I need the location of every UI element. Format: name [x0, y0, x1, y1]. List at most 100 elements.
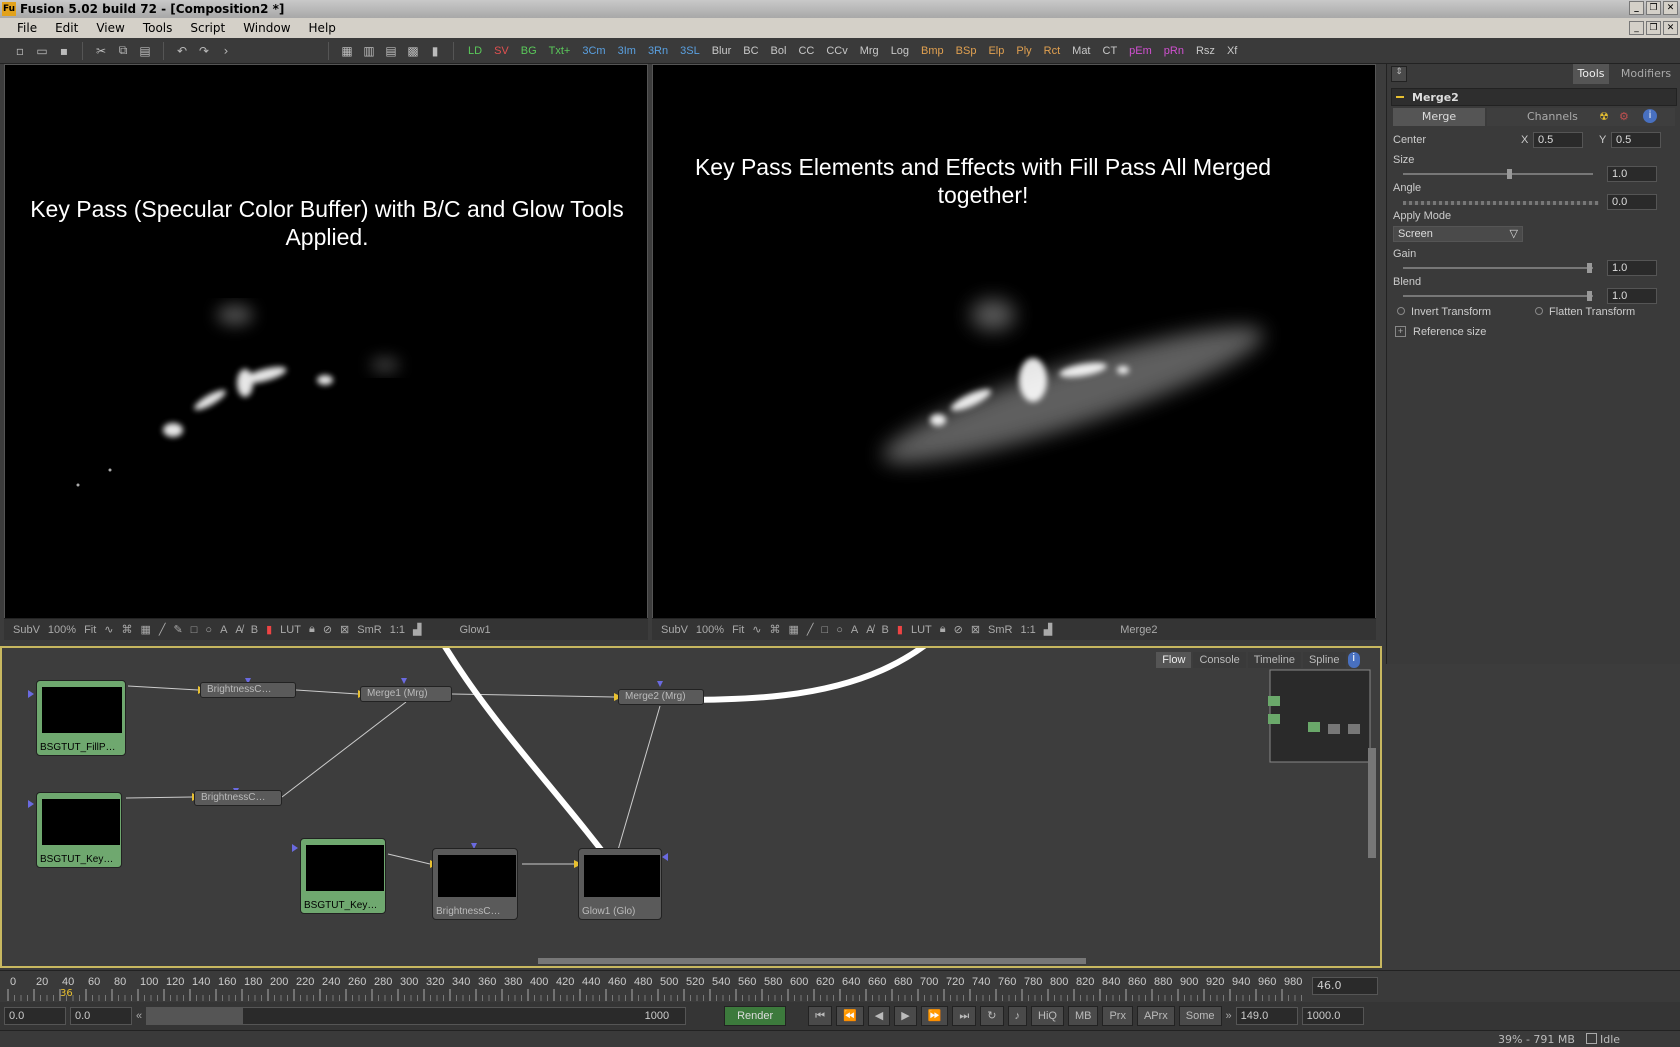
hiq-button[interactable]: HiQ	[1031, 1006, 1064, 1026]
tool-button-bmp[interactable]: Bmp	[915, 45, 950, 57]
some-button[interactable]: Some	[1178, 1006, 1222, 1026]
paste-icon[interactable]: ▤	[135, 42, 155, 60]
node-key-pass-loader-2[interactable]: BSGTUT_Key…	[300, 838, 386, 914]
tool-button-mrg[interactable]: Mrg	[854, 45, 885, 57]
buffer-a-button[interactable]: A	[848, 624, 861, 636]
tool-button-txt[interactable]: Txt+	[543, 45, 577, 57]
node-merge2[interactable]: Merge2 (Mrg)	[618, 689, 704, 705]
global-end-field[interactable]: 1000.0	[1301, 1007, 1364, 1025]
fit-button[interactable]: Fit	[729, 624, 747, 636]
gradient-icon[interactable]: ▦	[138, 623, 154, 636]
layout-quad-icon[interactable]: ▩	[403, 42, 423, 60]
layout-toggle-icon[interactable]: ▮	[425, 42, 445, 60]
buffer-ab-icon[interactable]: A̸	[232, 624, 245, 636]
node-glow[interactable]: Glow1 (Glo)	[578, 848, 662, 920]
tool-button-bsp[interactable]: BSp	[950, 45, 983, 57]
ellipse-icon[interactable]: ○	[202, 624, 215, 636]
tool-button-3sl[interactable]: 3SL	[674, 45, 706, 57]
node-brightness-contrast-3[interactable]: BrightnessC…	[432, 848, 518, 920]
forward-range-icon[interactable]: »	[1226, 1010, 1232, 1022]
arrow-right-icon[interactable]: ›	[216, 42, 236, 60]
apply-mode-dropdown[interactable]: Screen ▽	[1393, 226, 1523, 242]
blend-slider[interactable]	[1403, 291, 1593, 301]
center-x-field[interactable]: 0.5	[1533, 132, 1583, 148]
lut-button[interactable]: LUT	[908, 624, 935, 636]
merge-subtab[interactable]: Merge	[1393, 108, 1485, 126]
polygon-icon[interactable]: ⌘	[119, 623, 136, 636]
tool-button-ply[interactable]: Ply	[1010, 45, 1037, 57]
modifiers-tab[interactable]: Modifiers	[1613, 64, 1679, 84]
zoom-value[interactable]: 100%	[693, 624, 727, 636]
time-range-handle[interactable]	[147, 1008, 244, 1024]
flatten-transform-checkbox[interactable]	[1535, 307, 1543, 315]
node-fill-pass-loader[interactable]: BSGTUT_FillP…	[36, 680, 126, 756]
tool-button-bg[interactable]: BG	[515, 45, 543, 57]
time-ruler[interactable]: 0 20 40 60 80 100 120 140 160 180 200 220 240 260 280 3…	[0, 970, 1680, 1002]
gear-icon[interactable]: ⚙	[1619, 110, 1629, 123]
current-frame-marker[interactable]: 36	[60, 988, 73, 999]
curve-icon[interactable]: ∿	[749, 623, 764, 636]
size-field[interactable]: 1.0	[1607, 166, 1657, 182]
lut-button[interactable]: LUT	[277, 624, 304, 636]
angle-dial[interactable]	[1403, 201, 1599, 205]
tool-button-elp[interactable]: Elp	[982, 45, 1010, 57]
tool-button-3im[interactable]: 3Im	[612, 45, 642, 57]
blend-field[interactable]: 1.0	[1607, 288, 1657, 304]
redo-icon[interactable]: ↷	[194, 42, 214, 60]
flow-scrollbar[interactable]	[1368, 748, 1376, 858]
smr-button[interactable]: SmR	[985, 624, 1015, 636]
node-brightness-contrast-2[interactable]: BrightnessC…	[194, 790, 282, 806]
menu-window[interactable]: Window	[234, 21, 299, 35]
render-start-field[interactable]: 0.0	[70, 1007, 132, 1025]
size-slider-knob[interactable]	[1507, 169, 1512, 179]
gradient-icon[interactable]: ▦	[786, 623, 802, 636]
time-range-slider[interactable]: 1000	[146, 1007, 687, 1025]
menu-help[interactable]: Help	[300, 21, 345, 35]
menu-script[interactable]: Script	[181, 21, 234, 35]
blend-slider-knob[interactable]	[1587, 291, 1592, 301]
render-button[interactable]: Render	[724, 1006, 787, 1026]
tool-button-ccv[interactable]: CCv	[820, 45, 853, 57]
invert-transform-checkbox[interactable]	[1397, 307, 1405, 315]
ratio-button[interactable]: 1:1	[387, 624, 408, 636]
close-button[interactable]: ✕	[1663, 1, 1678, 15]
tool-button-cc[interactable]: CC	[792, 45, 820, 57]
paint-icon[interactable]: ╱	[804, 623, 817, 636]
undo-icon[interactable]: ↶	[172, 42, 192, 60]
gain-field[interactable]: 1.0	[1607, 260, 1657, 276]
tool-button-blur[interactable]: Blur	[706, 45, 738, 57]
buffer-b-button[interactable]: B	[879, 624, 892, 636]
layout-dual-icon[interactable]: ▥	[359, 42, 379, 60]
doc-restore-button[interactable]: ❐	[1646, 21, 1661, 35]
subview-button[interactable]: SubV	[658, 624, 691, 636]
lock-icon[interactable]: 🔒︎	[937, 623, 949, 636]
smr-button[interactable]: SmR	[354, 624, 384, 636]
layout-horizontal-icon[interactable]: ▤	[381, 42, 401, 60]
tool-button-rsz[interactable]: Rsz	[1190, 45, 1221, 57]
paint-icon[interactable]: ╱	[156, 623, 169, 636]
menu-view[interactable]: View	[87, 21, 133, 35]
rectangle-icon[interactable]: □	[188, 624, 201, 636]
menu-tools[interactable]: Tools	[134, 21, 182, 35]
buffer-a-button[interactable]: A	[217, 624, 230, 636]
menu-file[interactable]: File	[8, 21, 46, 35]
checker-icon[interactable]: ⊠	[968, 623, 983, 636]
angle-field[interactable]: 0.0	[1607, 194, 1657, 210]
tool-button-ct[interactable]: CT	[1097, 45, 1124, 57]
gain-slider[interactable]	[1403, 263, 1593, 273]
new-file-icon[interactable]: ▫	[10, 42, 30, 60]
color-channels-icon[interactable]: ▮	[263, 623, 275, 636]
tool-button-ld[interactable]: LD	[462, 45, 488, 57]
reference-size-group[interactable]: + Reference size	[1393, 326, 1675, 342]
save-icon[interactable]: ▪	[54, 42, 74, 60]
left-viewer[interactable]: Key Pass (Specular Color Buffer) with B/…	[4, 64, 648, 620]
flow-editor[interactable]: Flow Console Timeline Spline i BSGTUT_Fi…	[0, 646, 1382, 968]
global-start-field[interactable]: 0.0	[4, 1007, 66, 1025]
copy-icon[interactable]: ⧉	[113, 42, 133, 60]
polygon-icon[interactable]: ⌘	[767, 623, 784, 636]
color-channels-icon[interactable]: ▮	[894, 623, 906, 636]
tool-button-bol[interactable]: Bol	[765, 45, 793, 57]
roi-icon[interactable]: ⊘	[951, 623, 966, 636]
panel-menu-icon[interactable]: ⇕	[1391, 66, 1407, 82]
ellipse-icon[interactable]: ○	[833, 624, 846, 636]
